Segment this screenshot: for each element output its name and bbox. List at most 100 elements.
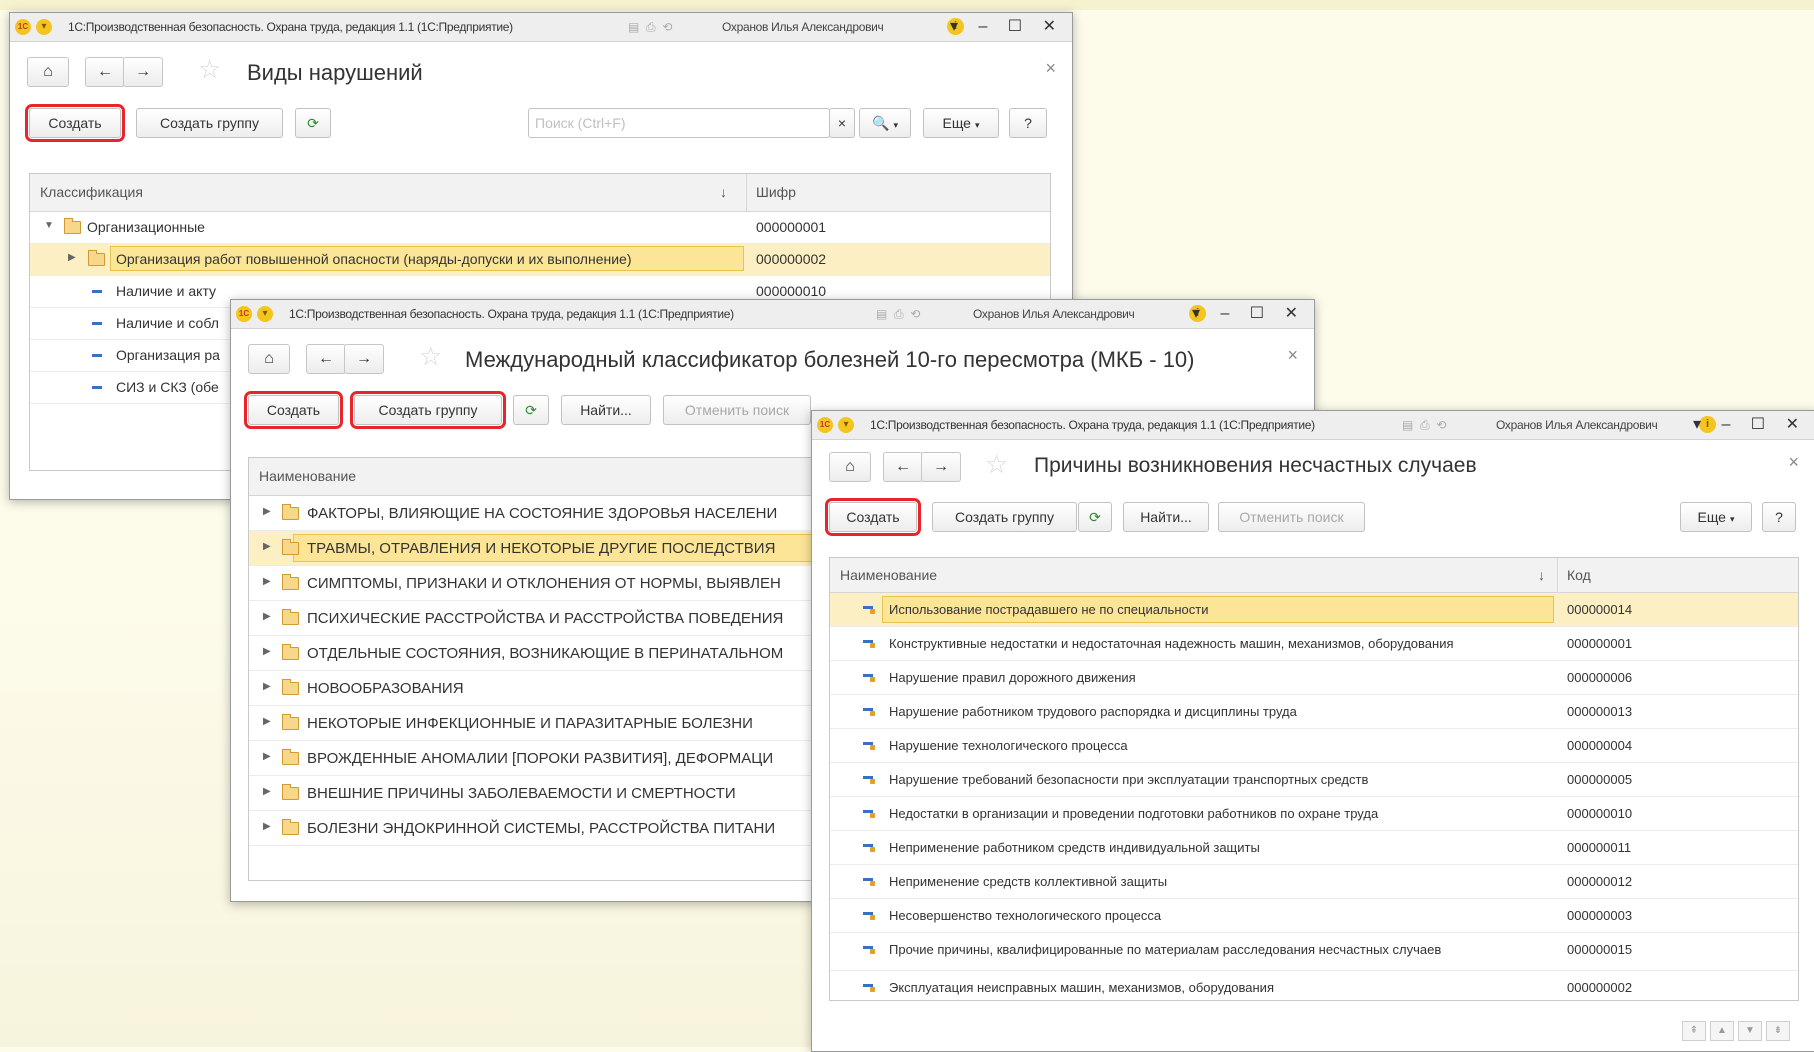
table-row[interactable]: Прочие причины, квалифицированные по мат… [830, 933, 1798, 971]
forward-button[interactable]: → [344, 344, 384, 374]
collapse-arrow-icon[interactable]: ▼ [44, 220, 54, 231]
expand-arrow-icon[interactable]: ▶ [263, 681, 271, 692]
back-button[interactable]: ← [883, 452, 923, 482]
window-controls[interactable]: ▾ – ☐ ✕ [950, 16, 1064, 36]
cancel-search-button[interactable]: Отменить поиск [663, 395, 811, 425]
create-button[interactable]: Создать [244, 391, 343, 429]
expand-arrow-icon[interactable]: ▶ [263, 506, 271, 517]
titlebar-tools-icons[interactable]: ▤ ⎙ ⟲ [876, 307, 920, 322]
main-menu-icon[interactable]: ▾ [838, 417, 854, 433]
folder-icon [282, 504, 299, 520]
expand-arrow-icon[interactable]: ▶ [263, 576, 271, 587]
table-row[interactable]: Недостатки в организации и проведении по… [830, 797, 1798, 831]
favorite-star-icon[interactable]: ☆ [198, 54, 221, 85]
cancel-search-button[interactable]: Отменить поиск [1218, 502, 1365, 532]
refresh-icon[interactable]: ⟳ [1078, 502, 1112, 532]
page-title: Причины возникновения несчастных случаев [1034, 454, 1477, 477]
more-button[interactable]: Еще ▾ [1680, 502, 1752, 532]
page-title: Виды нарушений [247, 60, 423, 85]
create-group-button[interactable]: Создать группу [136, 108, 283, 138]
close-icon[interactable]: × [1045, 58, 1056, 79]
close-icon[interactable]: × [1788, 452, 1799, 473]
expand-arrow-icon[interactable]: ▶ [263, 751, 271, 762]
folder-icon [282, 714, 299, 730]
home-button[interactable]: ⌂ [248, 344, 290, 374]
item-icon [863, 844, 875, 852]
table-row[interactable]: Нарушение технологического процесса 00000… [830, 729, 1798, 763]
row-name: Конструктивные недостатки и недостаточна… [889, 636, 1454, 651]
find-button[interactable]: Найти... [1123, 502, 1209, 532]
titlebar-tools-icons[interactable]: ▤ ⎙ ⟲ [1402, 418, 1446, 433]
table-row[interactable]: Конструктивные недостатки и недостаточна… [830, 627, 1798, 661]
home-button[interactable]: ⌂ [829, 452, 871, 482]
row-code: 000000011 [1567, 840, 1632, 855]
column-code[interactable]: Шифр [756, 184, 796, 200]
table-row[interactable]: Нарушение правил дорожного движения 00000… [830, 661, 1798, 695]
expand-arrow-icon[interactable]: ▶ [68, 252, 76, 263]
table-row-selected[interactable]: ▶ Организация работ повышенной опасности… [30, 244, 1050, 276]
table-row[interactable]: Нарушение работником трудового распорядк… [830, 695, 1798, 729]
scroll-top-icon[interactable]: ⇞ [1682, 1021, 1706, 1041]
home-button[interactable]: ⌂ [27, 57, 69, 87]
table-row[interactable]: Нарушение требований безопасности при эк… [830, 763, 1798, 797]
expand-arrow-icon[interactable]: ▶ [263, 646, 271, 657]
titlebar-tools-icons[interactable]: ▤ ⎙ ⟲ [628, 20, 672, 35]
forward-button[interactable]: → [921, 452, 961, 482]
search-icon[interactable]: 🔍 ▾ [859, 108, 911, 138]
more-button[interactable]: Еще ▾ [923, 108, 999, 138]
create-group-button[interactable]: Создать группу [350, 391, 506, 429]
table-body: Использование пострадавшего не по специа… [830, 593, 1798, 1000]
expand-arrow-icon[interactable]: ▶ [263, 611, 271, 622]
row-code: 000000013 [1567, 704, 1633, 719]
expand-arrow-icon[interactable]: ▶ [263, 716, 271, 727]
back-button[interactable]: ← [85, 57, 125, 87]
table-scroll-buttons[interactable]: ⇞ ▲ ▼ ⇟ [1678, 1021, 1790, 1041]
expand-arrow-icon[interactable]: ▶ [263, 821, 271, 832]
favorite-star-icon[interactable]: ☆ [419, 341, 442, 372]
column-name[interactable]: Наименование [259, 468, 356, 484]
row-code: 000000010 [1567, 806, 1633, 821]
column-classification[interactable]: Классификация [40, 184, 143, 200]
help-button[interactable]: ? [1762, 502, 1796, 532]
create-button[interactable]: Создать [825, 498, 921, 536]
row-name: ФАКТОРЫ, ВЛИЯЮЩИЕ НА СОСТОЯНИЕ ЗДОРОВЬЯ … [307, 505, 778, 522]
expand-arrow-icon[interactable]: ▶ [263, 786, 271, 797]
column-code[interactable]: Код [1567, 567, 1591, 583]
row-name: ВРОЖДЕННЫЕ АНОМАЛИИ [ПОРОКИ РАЗВИТИЯ], Д… [307, 750, 774, 767]
create-group-button[interactable]: Создать группу [932, 502, 1077, 532]
item-icon [863, 742, 875, 750]
table-row[interactable]: ▼ Организационные 000000001 [30, 212, 1050, 244]
scroll-up-icon[interactable]: ▲ [1710, 1021, 1734, 1041]
main-menu-icon[interactable]: ▾ [36, 19, 52, 35]
scroll-down-icon[interactable]: ▼ [1738, 1021, 1762, 1041]
find-button[interactable]: Найти... [561, 395, 651, 425]
expand-arrow-icon[interactable]: ▶ [263, 541, 271, 552]
refresh-icon[interactable]: ⟳ [295, 108, 331, 138]
sort-down-icon[interactable]: ↓ [1538, 567, 1545, 583]
refresh-icon[interactable]: ⟳ [513, 395, 549, 425]
sort-down-icon[interactable]: ↓ [720, 184, 727, 200]
row-code: 000000001 [756, 219, 827, 235]
table-row[interactable]: Неприменение средств коллективной защиты… [830, 865, 1798, 899]
toolbar: Создать Создать группу ⟳ Поиск (Ctrl+F) … [10, 104, 1072, 146]
table-row[interactable]: Несовершенство технологического процесса… [830, 899, 1798, 933]
back-button[interactable]: ← [306, 344, 346, 374]
help-button[interactable]: ? [1009, 108, 1047, 138]
table-row[interactable]: Неприменение работником средств индивиду… [830, 831, 1798, 865]
close-icon[interactable]: × [1287, 345, 1298, 366]
forward-button[interactable]: → [123, 57, 163, 87]
item-icon [863, 984, 875, 992]
table-row-selected[interactable]: Использование пострадавшего не по специа… [830, 593, 1798, 627]
create-button[interactable]: Создать [25, 104, 125, 142]
scroll-bottom-icon[interactable]: ⇟ [1766, 1021, 1790, 1041]
window-controls[interactable]: ▾ – ☐ ✕ [1192, 303, 1306, 323]
search-input[interactable]: Поиск (Ctrl+F) [528, 108, 830, 138]
main-menu-icon[interactable]: ▾ [257, 306, 273, 322]
row-name: Наличие и акту [116, 283, 217, 299]
window-controls[interactable]: ▾ – ☐ ✕ [1693, 414, 1807, 434]
table-row[interactable]: Эксплуатация неисправных машин, механизм… [830, 971, 1798, 1000]
favorite-star-icon[interactable]: ☆ [985, 449, 1008, 480]
clear-search-icon[interactable]: × [829, 108, 855, 138]
column-name[interactable]: Наименование [840, 567, 937, 583]
row-code: 000000002 [756, 251, 827, 267]
